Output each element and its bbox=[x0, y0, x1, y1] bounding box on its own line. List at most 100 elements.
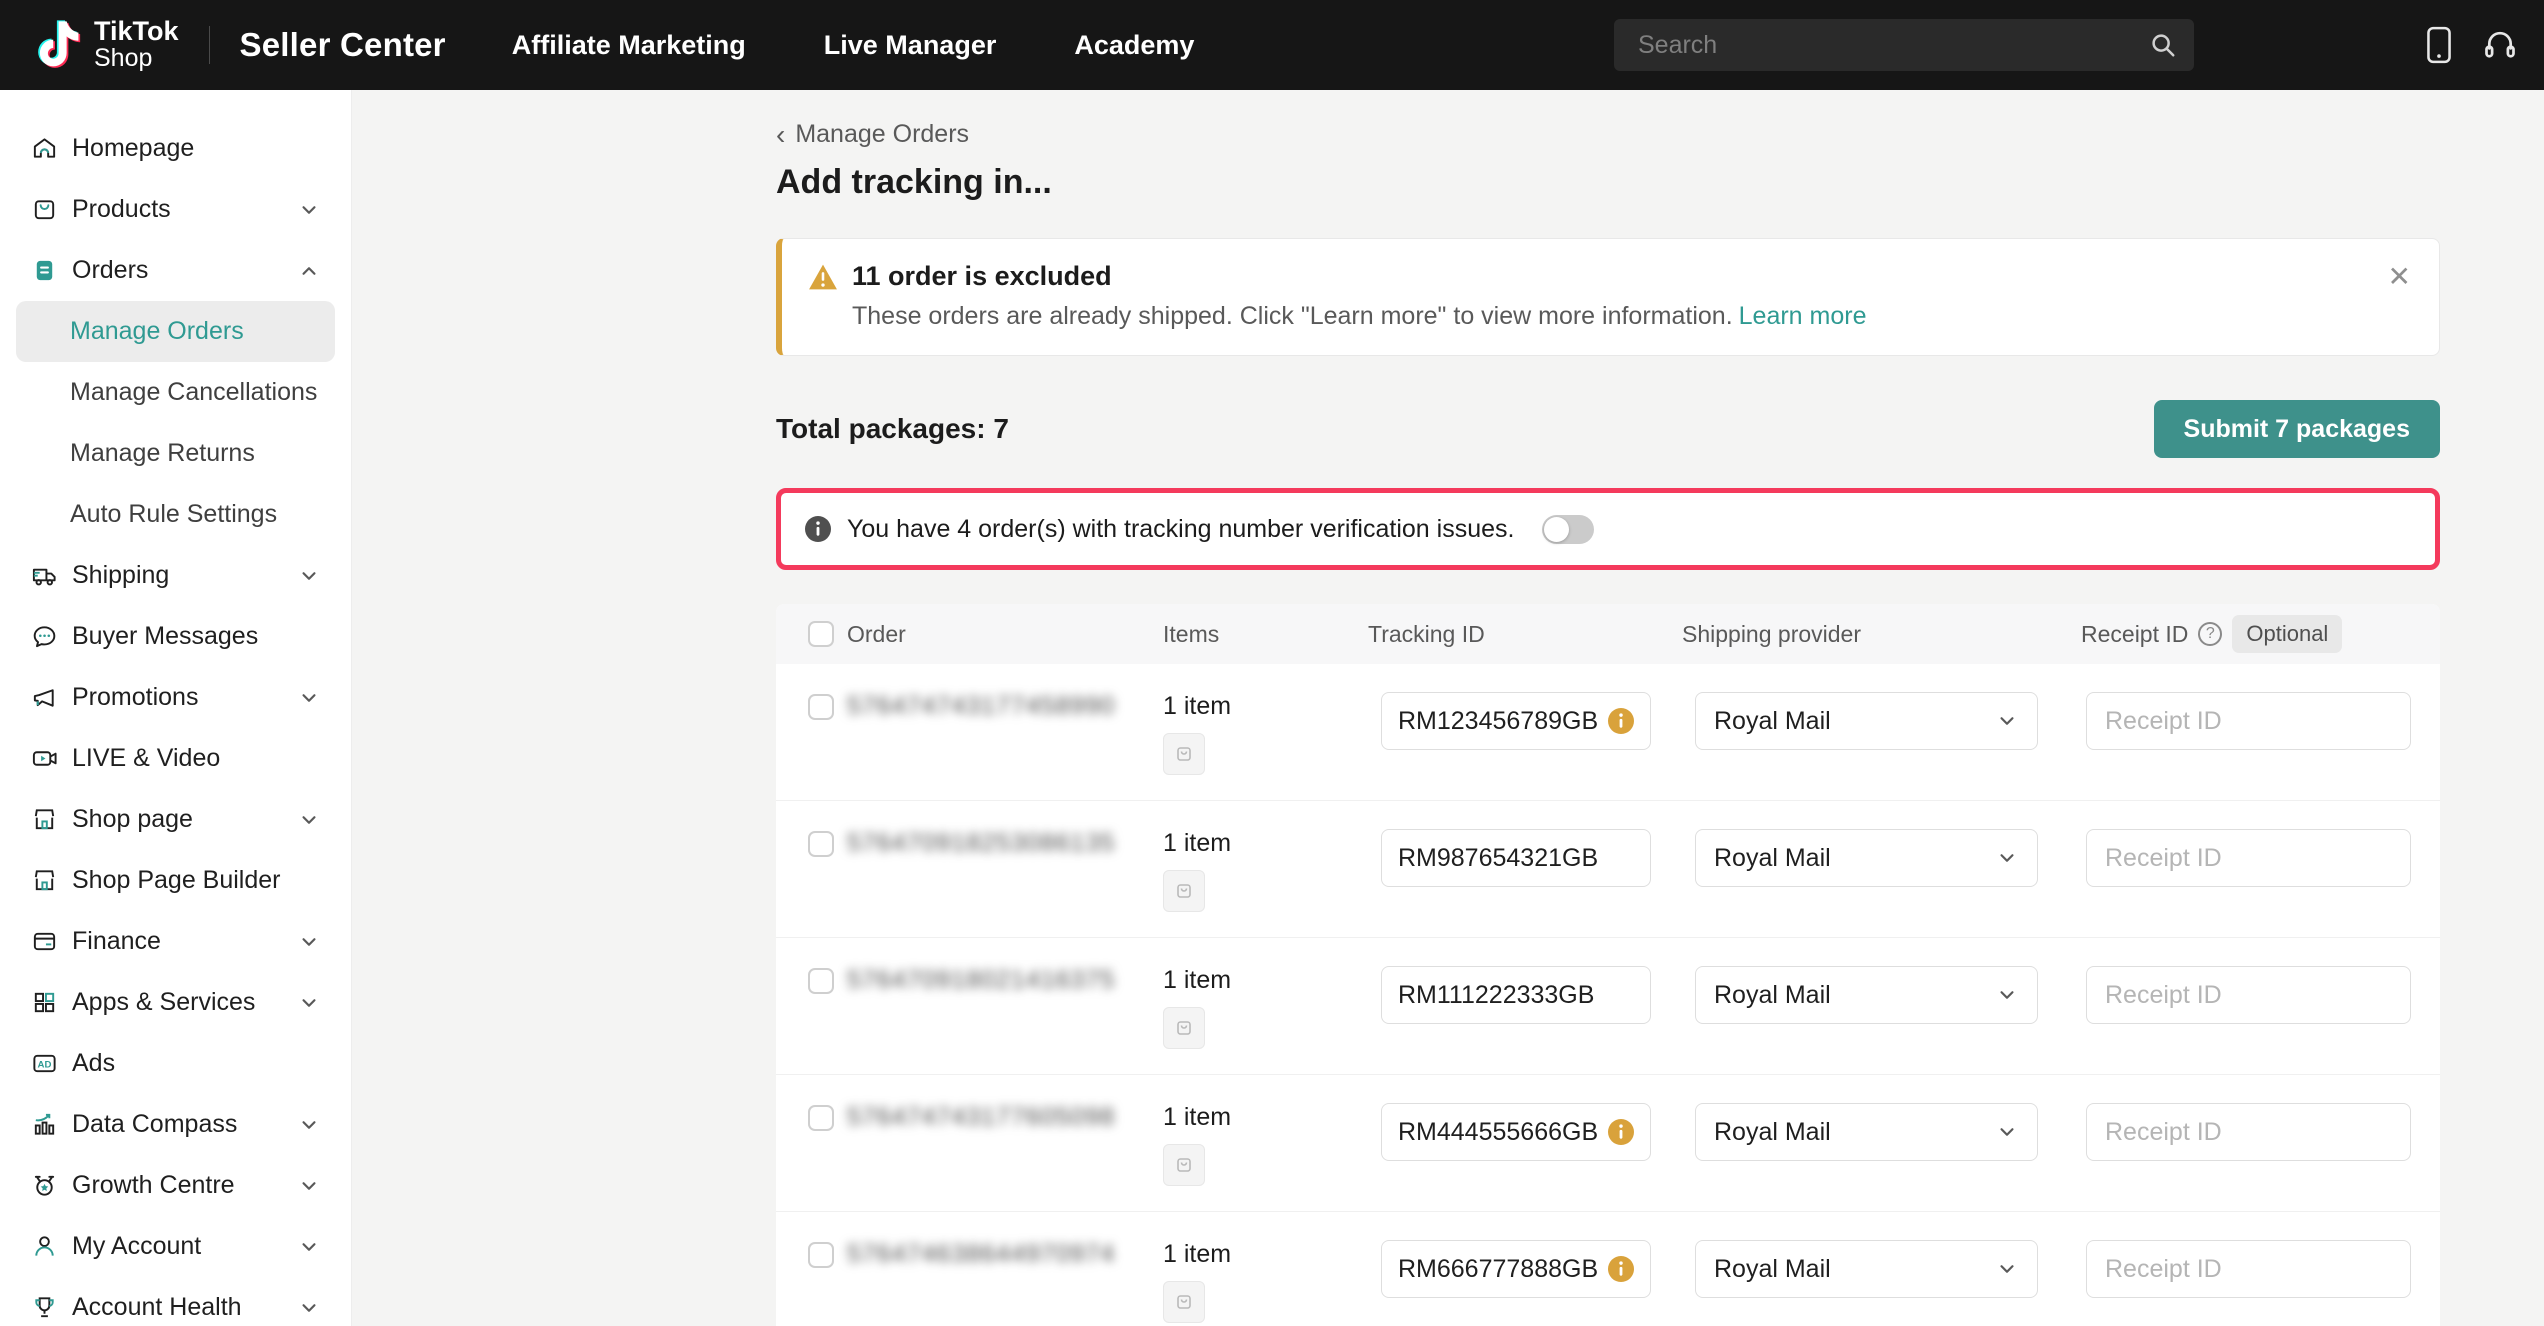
tracking-id-input[interactable]: RM444555666GB bbox=[1381, 1103, 1651, 1161]
bar-chart-icon bbox=[30, 1111, 58, 1139]
sidebar-item-shipping[interactable]: Shipping bbox=[0, 545, 351, 606]
tracking-id-value: RM111222333GB bbox=[1398, 981, 1594, 1010]
tracking-warning-icon[interactable] bbox=[1608, 1119, 1634, 1145]
nav-link-affiliate-marketing[interactable]: Affiliate Marketing bbox=[512, 30, 746, 61]
truck-icon bbox=[30, 562, 58, 590]
shipping-provider-select[interactable]: Royal Mail bbox=[1695, 966, 2038, 1024]
chevron-down-icon bbox=[1995, 709, 2019, 733]
sidebar-item-finance[interactable]: Finance bbox=[0, 911, 351, 972]
sidebar-item-manage-returns[interactable]: Manage Returns bbox=[16, 423, 335, 484]
sidebar-item-manage-orders[interactable]: Manage Orders bbox=[16, 301, 335, 362]
search-input[interactable] bbox=[1636, 30, 2148, 61]
sidebar-item-orders[interactable]: Orders bbox=[0, 240, 351, 301]
sidebar-subitem-label: Manage Returns bbox=[70, 439, 255, 468]
shipping-provider-select[interactable]: Royal Mail bbox=[1695, 692, 2038, 750]
tiktok-shop-logo[interactable]: TikTok Shop bbox=[30, 15, 179, 75]
global-search[interactable] bbox=[1614, 19, 2194, 71]
row-checkbox[interactable] bbox=[808, 1242, 834, 1268]
search-icon[interactable] bbox=[2148, 30, 2178, 60]
provider-value: Royal Mail bbox=[1714, 1255, 1831, 1284]
shipping-provider-select[interactable]: Royal Mail bbox=[1695, 1240, 2038, 1298]
page-title: Add tracking in... bbox=[776, 163, 2440, 202]
tracking-warning-icon[interactable] bbox=[1608, 708, 1634, 734]
mobile-app-icon[interactable] bbox=[2426, 26, 2452, 64]
medal-icon bbox=[30, 1172, 58, 1200]
nav-links: Affiliate Marketing Live Manager Academy bbox=[512, 30, 1195, 61]
row-checkbox[interactable] bbox=[808, 831, 834, 857]
receipt-id-input[interactable] bbox=[2086, 1103, 2411, 1161]
sidebar-item-buyer-messages[interactable]: Buyer Messages bbox=[0, 606, 351, 667]
sidebar-item-promotions[interactable]: Promotions bbox=[0, 667, 351, 728]
sidebar-item-growth-centre[interactable]: Growth Centre bbox=[0, 1155, 351, 1216]
nav-link-live-manager[interactable]: Live Manager bbox=[824, 30, 997, 61]
row-checkbox[interactable] bbox=[808, 1105, 834, 1131]
sidebar-item-manage-cancellations[interactable]: Manage Cancellations bbox=[16, 362, 335, 423]
sidebar-item-my-account[interactable]: My Account bbox=[0, 1216, 351, 1277]
main-content: ‹ Manage Orders Add tracking in... 11 or… bbox=[353, 90, 2544, 1326]
receipt-id-input[interactable] bbox=[2086, 1240, 2411, 1298]
sidebar-item-ads[interactable]: AD Ads bbox=[0, 1033, 351, 1094]
tracking-id-value: RM123456789GB bbox=[1398, 707, 1598, 736]
sidebar-item-shop-page[interactable]: Shop page bbox=[0, 789, 351, 850]
tracking-id-input[interactable]: RM123456789GB bbox=[1381, 692, 1651, 750]
receipt-id-input[interactable] bbox=[2086, 966, 2411, 1024]
tracking-id-input[interactable]: RM111222333GB bbox=[1381, 966, 1651, 1024]
breadcrumb[interactable]: ‹ Manage Orders bbox=[776, 90, 969, 149]
sidebar-item-account-health[interactable]: Account Health bbox=[0, 1277, 351, 1326]
close-icon[interactable]: ✕ bbox=[2388, 263, 2411, 291]
tiktok-note-icon bbox=[30, 15, 84, 75]
packages-table: Order Items Tracking ID Shipping provide… bbox=[776, 604, 2440, 1326]
sidebar-item-homepage[interactable]: Homepage bbox=[0, 118, 351, 179]
table-row: 576474743177605098 1 item RM444555666GB … bbox=[776, 1075, 2440, 1212]
shipping-provider-select[interactable]: Royal Mail bbox=[1695, 1103, 2038, 1161]
ads-icon: AD bbox=[30, 1050, 58, 1078]
row-checkbox[interactable] bbox=[808, 694, 834, 720]
sidebar-item-label: Shop Page Builder bbox=[72, 866, 280, 895]
help-question-icon[interactable]: ? bbox=[2198, 622, 2222, 646]
order-id-blurred: 576474743177458990 bbox=[847, 692, 1137, 721]
verification-notice: You have 4 order(s) with tracking number… bbox=[776, 488, 2440, 570]
sidebar-item-data-compass[interactable]: Data Compass bbox=[0, 1094, 351, 1155]
tracking-id-input[interactable]: RM666777888GB bbox=[1381, 1240, 1651, 1298]
order-id-blurred: 576470918021416375 bbox=[847, 966, 1137, 995]
row-checkbox[interactable] bbox=[808, 968, 834, 994]
tracking-id-input[interactable]: RM987654321GB bbox=[1381, 829, 1651, 887]
select-all-checkbox[interactable] bbox=[808, 621, 834, 647]
nav-divider bbox=[209, 26, 210, 64]
shipping-provider-select[interactable]: Royal Mail bbox=[1695, 829, 2038, 887]
sidebar-item-auto-rule-settings[interactable]: Auto Rule Settings bbox=[16, 484, 335, 545]
storefront-icon bbox=[30, 806, 58, 834]
learn-more-link[interactable]: Learn more bbox=[1739, 302, 1867, 330]
sidebar-item-live-video[interactable]: LIVE & Video bbox=[0, 728, 351, 789]
sidebar-item-label: Products bbox=[72, 195, 171, 224]
info-icon bbox=[805, 516, 831, 542]
credit-card-icon bbox=[30, 928, 58, 956]
verification-notice-text: You have 4 order(s) with tracking number… bbox=[847, 515, 1514, 544]
receipt-id-input[interactable] bbox=[2086, 692, 2411, 750]
back-arrow-icon: ‹ bbox=[776, 121, 785, 149]
verification-toggle[interactable] bbox=[1542, 515, 1594, 544]
sidebar-item-apps-services[interactable]: Apps & Services bbox=[0, 972, 351, 1033]
chevron-down-icon bbox=[297, 1296, 321, 1320]
nav-link-academy[interactable]: Academy bbox=[1074, 30, 1194, 61]
table-row: 576470918021416375 1 item RM111222333GB … bbox=[776, 938, 2440, 1075]
tracking-warning-icon[interactable] bbox=[1608, 1256, 1634, 1282]
logo-wordmark: TikTok Shop bbox=[94, 18, 179, 71]
sidebar-item-shop-page-builder[interactable]: Shop Page Builder bbox=[0, 850, 351, 911]
sidebar-item-label: Orders bbox=[72, 256, 148, 285]
summary-bar: Total packages: 7 Submit 7 packages bbox=[776, 400, 2440, 458]
chevron-down-icon bbox=[297, 564, 321, 588]
submit-packages-button[interactable]: Submit 7 packages bbox=[2154, 400, 2440, 458]
products-icon bbox=[30, 196, 58, 224]
chevron-down-icon bbox=[1995, 846, 2019, 870]
optional-badge: Optional bbox=[2232, 615, 2342, 653]
sidebar-item-label: Shop page bbox=[72, 805, 193, 834]
chevron-up-icon bbox=[297, 259, 321, 283]
sidebar-item-products[interactable]: Products bbox=[0, 179, 351, 240]
sidebar-item-label: Buyer Messages bbox=[72, 622, 258, 651]
support-headset-icon[interactable] bbox=[2482, 27, 2518, 63]
top-navbar: TikTok Shop Seller Center Affiliate Mark… bbox=[0, 0, 2544, 90]
receipt-id-input[interactable] bbox=[2086, 829, 2411, 887]
chevron-down-icon bbox=[297, 808, 321, 832]
sidebar-item-label: LIVE & Video bbox=[72, 744, 220, 773]
